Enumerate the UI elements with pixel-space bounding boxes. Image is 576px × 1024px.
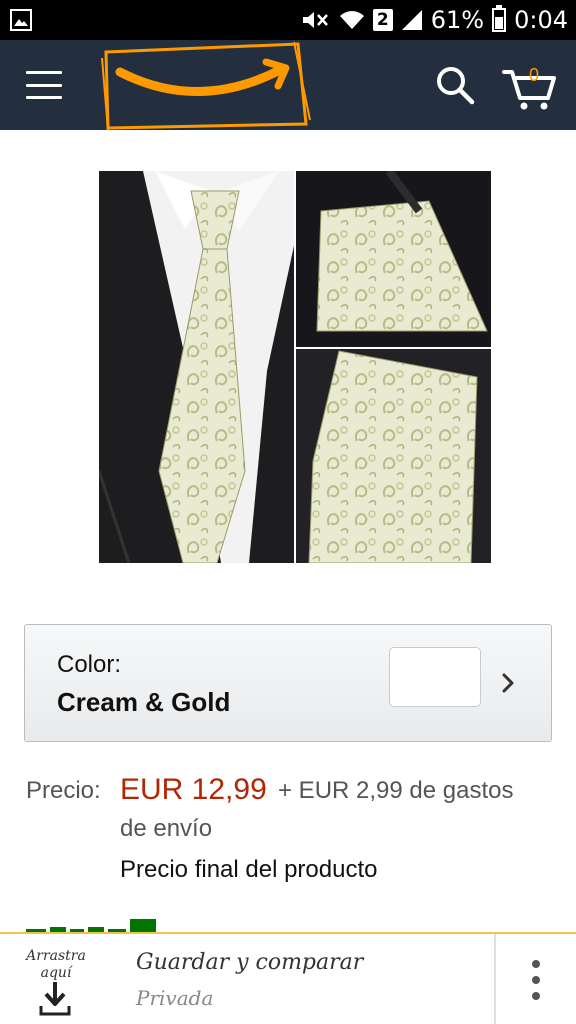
drag-handle[interactable]: Arrastra aquí — [0, 934, 112, 1024]
status-icons: 2 61% 0:04 — [301, 0, 568, 40]
clock: 0:04 — [514, 6, 568, 34]
price-value: EUR 12,99 — [120, 773, 267, 806]
app-header: 0 — [0, 40, 576, 130]
save-compare-button[interactable]: Guardar y comparar Privada — [120, 934, 494, 1024]
privacy-label: Privada — [136, 986, 214, 1010]
sim-icon: 2 — [372, 9, 393, 31]
shipping-cost: + EUR 2,99 de gastos — [278, 777, 514, 804]
color-selector[interactable]: Color: Cream & Gold — [24, 624, 552, 742]
save-compare-bar: Arrastra aquí Guardar y comparar Privada — [0, 932, 576, 1024]
battery-icon — [492, 5, 507, 32]
cart-count: 0 — [529, 65, 539, 85]
shipping-cost-continued: de envío — [120, 815, 213, 842]
signal-icon — [401, 10, 422, 30]
cart-icon: 0 — [502, 65, 556, 110]
status-bar: 2 61% 0:04 — [0, 0, 576, 40]
battery-percent: 61% — [430, 6, 485, 34]
color-swatch[interactable] — [389, 647, 481, 707]
menu-icon[interactable] — [26, 71, 62, 99]
product-image[interactable] — [97, 168, 491, 564]
tie-set-picture — [97, 168, 491, 564]
cart-button[interactable]: 0 — [500, 58, 560, 112]
chevron-right-icon — [502, 673, 514, 693]
gallery-notification-icon — [10, 9, 32, 31]
download-icon — [39, 982, 71, 1016]
battery-level-fill — [495, 16, 504, 29]
more-vert-icon[interactable] — [496, 934, 576, 1024]
save-compare-title: Guardar y comparar — [136, 950, 364, 975]
price-label: Precio: — [26, 777, 101, 804]
final-price-note: Precio final del producto — [120, 856, 378, 883]
color-label: Color: — [57, 651, 122, 678]
search-icon[interactable] — [432, 62, 478, 108]
wifi-icon — [339, 11, 364, 29]
drag-label: Arrastra aquí — [26, 948, 86, 981]
amazon-logo[interactable] — [98, 40, 312, 130]
color-value: Cream & Gold — [57, 687, 231, 717]
stock-status-partial — [26, 914, 186, 934]
mute-icon — [302, 12, 328, 28]
